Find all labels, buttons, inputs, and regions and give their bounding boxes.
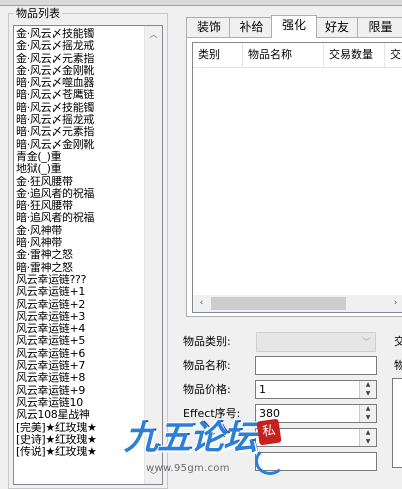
effect-index-spin[interactable]: ▲ ▼ (359, 405, 376, 422)
spin-up-icon[interactable]: ▲ (360, 381, 376, 390)
list-item[interactable]: 风云幸运链+1 (16, 286, 143, 298)
list-item[interactable]: 金·风云〆摇龙戒 (16, 40, 143, 52)
tab-panel-enhance: 类别 物品名称 交易数量 交易 ‹ › (186, 37, 402, 317)
spin-down-icon[interactable]: ▼ (360, 438, 376, 447)
forum-watermark: 九五论坛 www.95gm.com (118, 418, 276, 486)
list-item[interactable]: 风云幸运链+4 (16, 323, 143, 335)
list-item[interactable]: 暗·追风者的祝福 (16, 212, 143, 224)
list-item[interactable]: 暗·风云〆元素指 (16, 126, 143, 138)
category-dropdown[interactable]: ﹀ (256, 332, 376, 352)
right-cut-label-trade: 交 (394, 335, 402, 348)
list-item[interactable]: 风云幸运链+6 (16, 348, 143, 360)
item-price-spin[interactable]: ▲ ▼ (359, 381, 376, 398)
list-item[interactable]: 风云幸运链+3 (16, 311, 143, 323)
list-item[interactable]: 暗·风云〆技能镯 (16, 102, 143, 114)
tab-decoration[interactable]: 装饰 (186, 17, 232, 37)
list-item[interactable]: 风云幸运链+8 (16, 372, 143, 384)
chevron-down-icon[interactable]: ﹀ (362, 335, 371, 348)
right-cut-textbox[interactable] (392, 378, 402, 468)
item-name-label: 物品名称: (183, 359, 231, 372)
list-item[interactable]: 金·风云〆技能镯 (16, 28, 143, 40)
item-price-label: 物品价格: (183, 383, 231, 396)
top-window-strip (0, 0, 402, 6)
list-item[interactable]: 风云幸运链+5 (16, 335, 143, 347)
item-list-box[interactable]: 金·风云〆技能镯 金·风云〆摇龙戒 金·风云〆元素指 金·风云〆金刚靴 暗·风云〆噬血器… (13, 25, 163, 485)
item-name-field[interactable] (255, 356, 377, 375)
list-item[interactable]: 暗·风神带 (16, 237, 143, 249)
grid-horizontal-scrollbar[interactable]: ‹ › (193, 295, 402, 312)
grid-col-trade[interactable]: 交易 (385, 43, 402, 67)
item-list: 金·风云〆技能镯 金·风云〆摇龙戒 金·风云〆元素指 金·风云〆金刚靴 暗·风云〆噬血器… (16, 28, 143, 458)
list-item[interactable]: 金·狂风腰带 (16, 176, 143, 188)
list-item[interactable]: 暗·风云〆摇龙戒 (16, 114, 143, 126)
grid-scroll-thumb[interactable] (211, 297, 346, 310)
list-item[interactable]: 金·风云〆元素指 (16, 53, 143, 65)
list-item[interactable]: 金·风云〆金刚靴 (16, 65, 143, 77)
scroll-right-arrow-icon[interactable]: › (387, 295, 402, 312)
quantity-spin[interactable]: ▲ ▼ (359, 429, 376, 446)
category-tabs: 装饰 补给 强化 好友 限量 (186, 15, 402, 38)
list-item[interactable]: 风云幸运链+7 (16, 360, 143, 372)
grid-col-trade-qty[interactable]: 交易数量 (324, 43, 385, 67)
list-item[interactable]: 金·雷神之怒 (16, 249, 143, 261)
list-item[interactable]: 金·风神带 (16, 225, 143, 237)
list-item[interactable]: 风云幸运链??? (16, 274, 143, 286)
spin-down-icon[interactable]: ▼ (360, 390, 376, 399)
list-item[interactable]: 暗·风云〆苍鹰链 (16, 89, 143, 101)
grid-col-item-name[interactable]: 物品名称 (243, 43, 324, 67)
right-cut-label-item: 物 (394, 359, 402, 372)
watermark-url: www.95gm.com (146, 463, 230, 474)
list-item[interactable]: 风云幸运链+9 (16, 385, 143, 397)
watermark-swirl-icon (255, 447, 285, 475)
tab-limited[interactable]: 限量 (357, 17, 402, 37)
item-price-stepper[interactable]: 1 ▲ ▼ (255, 380, 377, 399)
spin-down-icon[interactable]: ▼ (360, 414, 376, 423)
spin-up-icon[interactable]: ▲ (360, 429, 376, 438)
category-label: 物品类别: (183, 335, 231, 348)
item-list-vertical-scrollbar[interactable]: ︿ ﹀ (144, 26, 162, 484)
scroll-left-arrow-icon[interactable]: ‹ (193, 295, 210, 312)
trade-grid[interactable]: 类别 物品名称 交易数量 交易 ‹ › (192, 42, 402, 313)
grid-header: 类别 物品名称 交易数量 交易 (193, 43, 402, 68)
list-item[interactable]: 青金(_)重 (16, 151, 143, 163)
list-item[interactable]: 地狱(_)重 (16, 163, 143, 175)
list-item[interactable]: 暗·风云〆噬血器 (16, 77, 143, 89)
tab-supply[interactable]: 补给 (229, 17, 274, 37)
list-item[interactable]: 金·追风者的祝福 (16, 188, 143, 200)
list-item[interactable]: 暗·风云〆金刚靴 (16, 139, 143, 151)
list-item[interactable]: 暗·狂风腰带 (16, 200, 143, 212)
tab-enhance[interactable]: 强化 (271, 15, 317, 38)
list-item[interactable]: 暗·雷神之怒 (16, 262, 143, 274)
item-price-value: 1 (259, 383, 266, 396)
watermark-brand: 九五论坛 (124, 418, 257, 458)
tab-friends[interactable]: 好友 (314, 17, 360, 37)
item-list-group-title: 物品列表 (14, 7, 62, 20)
watermark-seal-icon: 私 (256, 418, 282, 446)
list-item[interactable]: 风云幸运链10 (16, 397, 143, 409)
spin-up-icon[interactable]: ▲ (360, 405, 376, 414)
grid-col-category[interactable]: 类别 (193, 43, 243, 67)
list-item[interactable]: 风云幸运链+2 (16, 299, 143, 311)
scroll-up-arrow-icon[interactable]: ︿ (145, 26, 162, 43)
